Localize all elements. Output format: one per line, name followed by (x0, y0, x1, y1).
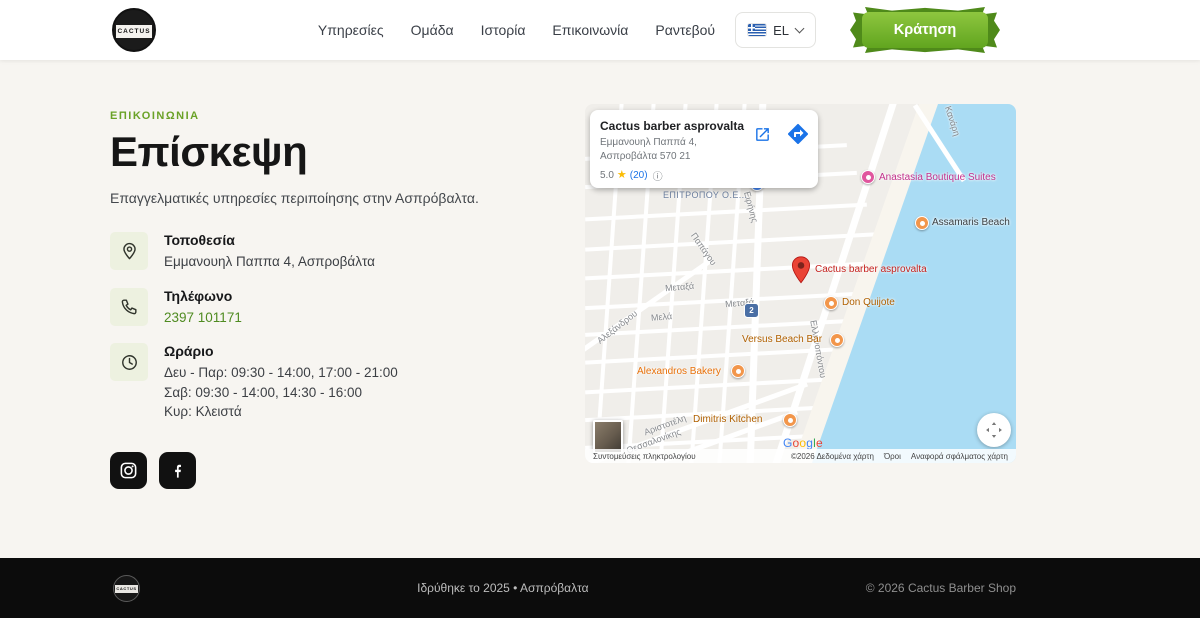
footer-logo[interactable]: CACTUS (113, 574, 140, 602)
section-overline: ΕΠΙΚΟΙΝΩΝΙΑ (110, 110, 200, 122)
booking-button[interactable]: Κράτηση (850, 7, 1000, 53)
intro-text: Επαγγελματικές υπηρεσίες περιποίησης στη… (110, 190, 479, 206)
hours-item: Ωράριο Δευ - Παρ: 09:30 - 14:00, 17:00 -… (110, 343, 560, 422)
social-links (110, 451, 560, 489)
poi-label-anastasia[interactable]: Anastasia Boutique Suites (879, 172, 996, 183)
greek-flag-icon (748, 24, 767, 36)
facebook-icon (175, 464, 181, 478)
logo-band: CACTUS (116, 25, 152, 38)
location-value: Εμμανουηλ Παππα 4, Ασπροβάλτα (164, 254, 375, 269)
google-map-embed[interactable]: Ειρήνης Παπάγου Μεταξά Μεταξά Μελά Αλεξά… (585, 104, 1016, 463)
phone-link[interactable]: 2397 101171 (164, 310, 242, 325)
footer-copyright: © 2026 Cactus Barber Shop (865, 581, 1016, 595)
chevron-down-icon (794, 23, 805, 33)
badge-face: Κράτηση (862, 12, 988, 48)
hours-title: Ωράριο (164, 343, 214, 360)
map-data-label: ©2026 Δεδομένα χάρτη (790, 451, 874, 461)
main-section: ΕΠΙΚΟΙΝΩΝΙΑ Επίσκεψη Επαγγελματικές υπηρ… (0, 60, 1200, 558)
page-title: Επίσκεψη (110, 128, 308, 175)
map-card-address-2: Ασπροβάλτα 570 21 (600, 150, 691, 162)
phone-item: Τηλέφωνο 2397 101171 (110, 287, 560, 328)
site-logo[interactable]: CACTUS (112, 8, 156, 52)
location-pin-icon (110, 232, 148, 270)
pan-arrows-icon (986, 422, 1002, 438)
hotel-marker[interactable] (861, 170, 875, 184)
hours-saturday: Σαβ: 09:30 - 14:00, 14:30 - 16:00 (164, 384, 363, 400)
poi-label-assamaris[interactable]: Assamaris Beach (932, 217, 1010, 228)
nav-item-history[interactable]: Ιστορία (481, 22, 526, 38)
contact-column: ΕΠΙΚΟΙΝΩΝΙΑ Επίσκεψη Επαγγελματικές υπηρ… (110, 110, 560, 489)
hours-weekdays: Δευ - Παρ: 09:30 - 14:00, 17:00 - 21:00 (164, 365, 398, 381)
google-logo[interactable]: Google (783, 436, 823, 450)
booking-button-label: Κράτηση (893, 22, 957, 38)
header-right: Υπηρεσίες Ομάδα Ιστορία Επικοινωνία Ραντ… (318, 7, 1000, 53)
nav-item-appointment[interactable]: Ραντεβού (655, 22, 715, 38)
map-attribution-bar: Συντομεύσεις πληκτρολογίου ©2026 Δεδομέν… (585, 449, 1016, 463)
poi-label-alexandros[interactable]: Alexandros Bakery (637, 366, 721, 377)
nav-item-services[interactable]: Υπηρεσίες (318, 22, 384, 38)
instagram-icon (120, 462, 137, 479)
terms-link[interactable]: Όροι (884, 452, 901, 461)
language-selector[interactable]: EL (735, 12, 816, 48)
clock-icon (110, 343, 148, 382)
site-header: CACTUS Υπηρεσίες Ομάδα Ιστορία Επικοινων… (0, 0, 1200, 60)
site-footer: CACTUS Ιδρύθηκε το 2025 • Ασπρόβαλτα © 2… (0, 558, 1200, 618)
reviews-link[interactable]: (20) (630, 170, 648, 181)
map-card-title: Cactus barber asprovalta (600, 119, 745, 133)
location-title: Τοποθεσία (164, 232, 235, 248)
bakery-marker[interactable] (731, 364, 745, 378)
bar-marker[interactable] (830, 333, 844, 347)
restaurant-marker[interactable] (824, 296, 838, 310)
open-in-new-button[interactable] (754, 126, 771, 143)
open-in-new-icon (756, 128, 769, 141)
directions-button[interactable] (786, 122, 810, 146)
footer-logo-band: CACTUS (115, 584, 138, 593)
red-map-pin[interactable] (791, 256, 811, 284)
nav-item-contact[interactable]: Επικοινωνία (552, 22, 628, 38)
poi-label-dimitris[interactable]: Dimitris Kitchen (693, 414, 762, 425)
map-info-card: Cactus barber asprovalta Εμμανουηλ Παππά… (590, 110, 818, 188)
logo-text: CACTUS (117, 28, 151, 35)
facebook-button[interactable] (159, 451, 196, 489)
main-nav: Υπηρεσίες Ομάδα Ιστορία Επικοινωνία Ραντ… (318, 22, 715, 38)
location-item: Τοποθεσία Εμμανουηλ Παππα 4, Ασπροβάλτα (110, 232, 560, 272)
footer-founded-text: Ιδρύθηκε το 2025 • Ασπρόβαλτα (417, 581, 589, 595)
poi-label-don-quijote[interactable]: Don Quijote (842, 297, 895, 308)
report-error-link[interactable]: Αναφορά σφάλματος χάρτη (911, 452, 1008, 461)
street-label: Μελά (650, 311, 673, 323)
phone-icon (110, 287, 148, 326)
poi-label-versus[interactable]: Versus Beach Bar (742, 334, 822, 345)
star-icon: ★ (616, 169, 627, 181)
map-card-address-1: Εμμανουηλ Παππά 4, (600, 137, 697, 148)
map-pan-control[interactable] (977, 413, 1011, 447)
street-label: Μεταξά (664, 280, 695, 294)
rating-score: 5.0 (600, 170, 614, 181)
nav-item-team[interactable]: Ομάδα (411, 22, 454, 38)
street-label: Αλεξάνδρου (595, 308, 640, 346)
info-icon: ⓘ (652, 172, 663, 183)
area-label-epitropou: ΕΠΙΤΡΟΠΟΥ Ο.Ε... (663, 190, 748, 200)
directions-icon (788, 123, 809, 144)
hours-sunday: Κυρ: Κλειστά (164, 404, 242, 420)
map-card-rating: 5.0 ★ (20) ⓘ (600, 168, 808, 184)
language-label: EL (773, 22, 789, 38)
keyboard-shortcuts-link[interactable]: Συντομεύσεις πληκτρολογίου (593, 452, 696, 461)
phone-title: Τηλέφωνο (164, 287, 233, 304)
poi-label-cactus[interactable]: Cactus barber asprovalta (815, 264, 927, 275)
kitchen-marker[interactable] (783, 413, 797, 427)
page: CACTUS Υπηρεσίες Ομάδα Ιστορία Επικοινων… (0, 0, 1200, 640)
beach-marker[interactable] (915, 216, 929, 230)
road-number-badge: 2 (745, 304, 758, 317)
instagram-button[interactable] (110, 451, 147, 489)
